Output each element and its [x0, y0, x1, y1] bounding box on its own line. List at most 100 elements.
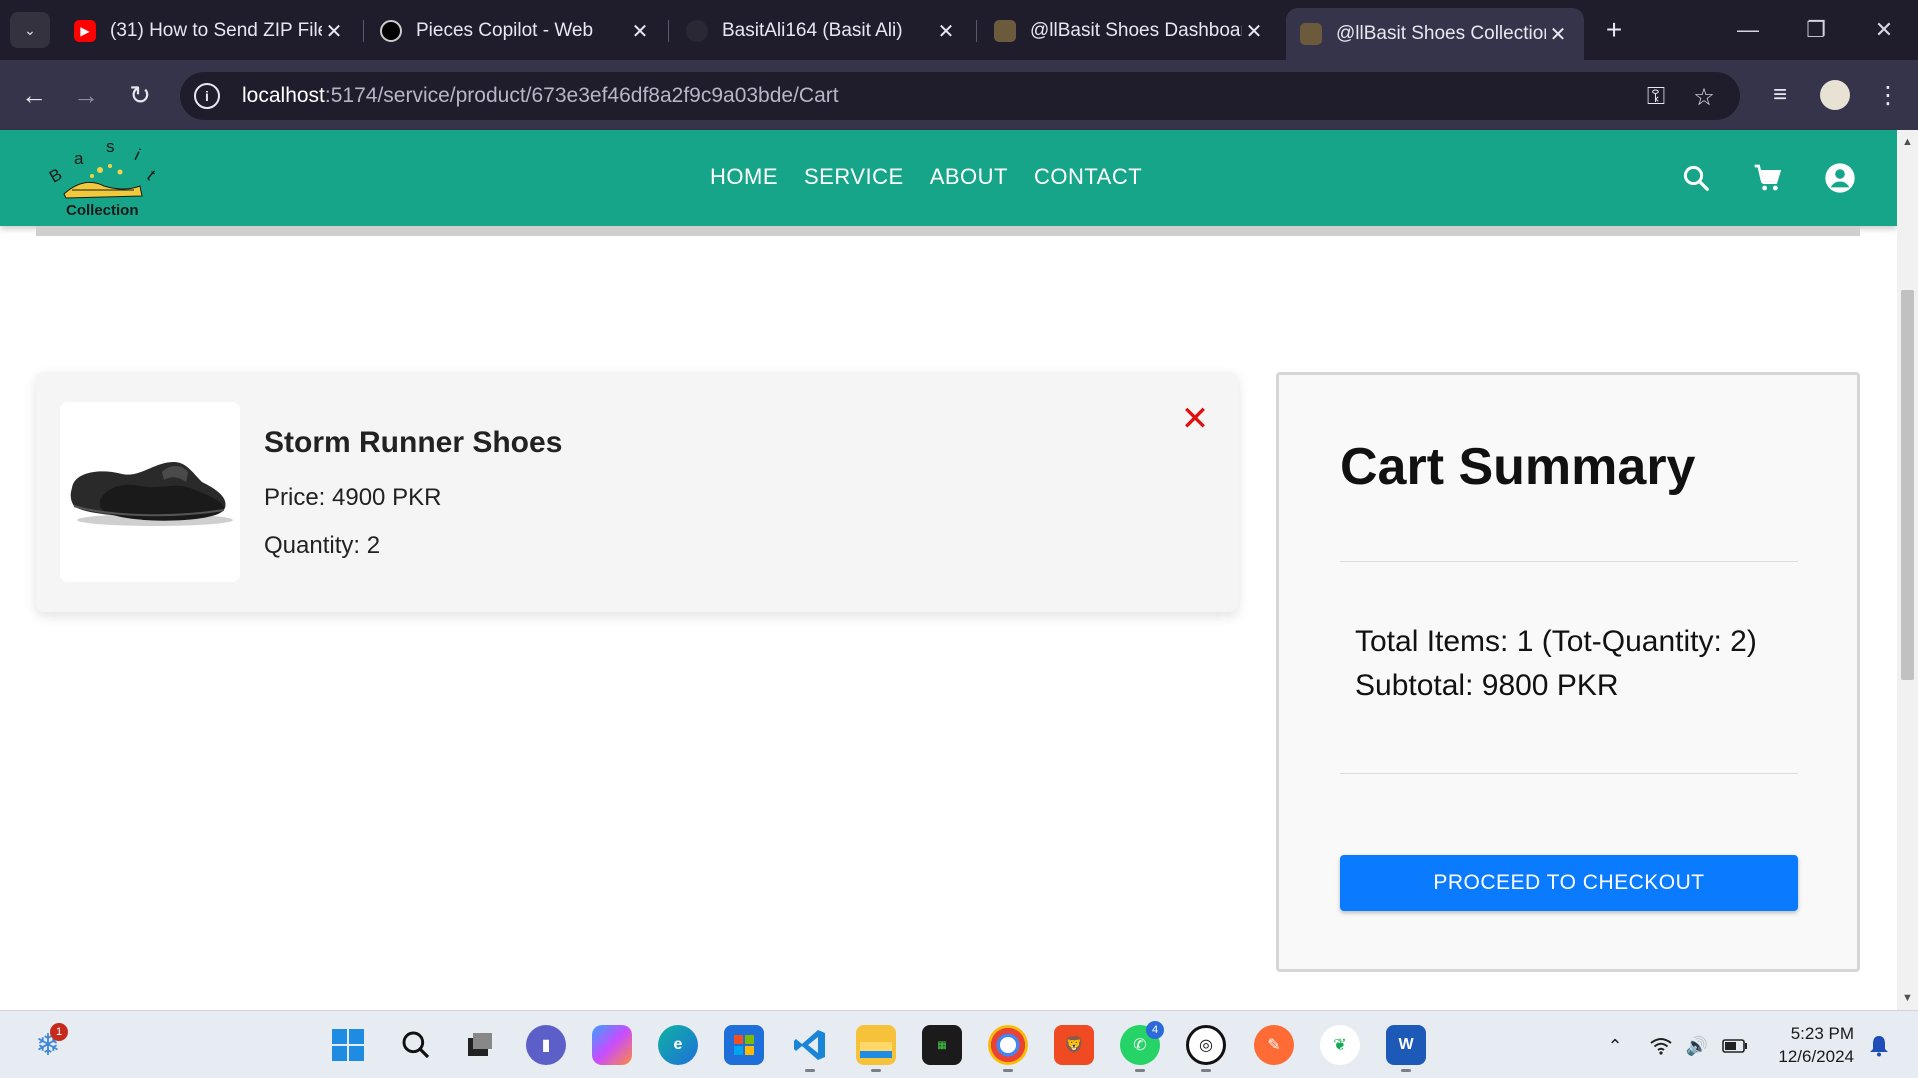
- word-icon[interactable]: W: [1386, 1025, 1426, 1065]
- close-tab-icon[interactable]: ✕: [1242, 19, 1266, 44]
- nav-about[interactable]: ABOUT: [930, 164, 1008, 190]
- nav-contact[interactable]: CONTACT: [1034, 164, 1142, 190]
- product-image: [60, 402, 240, 582]
- tab-separator: [668, 20, 669, 42]
- svg-text:t: t: [143, 166, 159, 184]
- site-info-icon[interactable]: i: [194, 83, 220, 109]
- close-tab-icon[interactable]: ✕: [934, 19, 958, 44]
- file-explorer-icon[interactable]: [856, 1025, 896, 1065]
- running-indicator: [871, 1069, 881, 1072]
- page-scrollbar[interactable]: ▲ ▼: [1897, 130, 1918, 1010]
- running-indicator: [1003, 1069, 1013, 1072]
- wifi-icon[interactable]: [1646, 1031, 1676, 1061]
- summary-divider: [1340, 561, 1798, 562]
- scroll-thumb[interactable]: [1901, 290, 1914, 680]
- password-key-icon[interactable]: ⚿: [1640, 81, 1672, 113]
- url-path: :5174/service/product/673e3ef46df8a2f9c9…: [324, 84, 839, 107]
- close-tab-icon[interactable]: ✕: [628, 19, 652, 44]
- svg-text:i: i: [132, 145, 143, 164]
- tab-dashboard[interactable]: @llBasit Shoes Dashboar ✕: [980, 8, 1280, 54]
- profile-avatar[interactable]: [1820, 80, 1850, 110]
- browser-menu-icon[interactable]: ⋮: [1868, 75, 1908, 115]
- reload-button[interactable]: ↻: [120, 75, 160, 115]
- notification-bell-icon[interactable]: [1864, 1031, 1894, 1061]
- store-icon[interactable]: [724, 1025, 764, 1065]
- address-bar[interactable]: i localhost:5174/service/product/673e3ef…: [180, 72, 1740, 120]
- restore-button[interactable]: ❐: [1786, 8, 1846, 52]
- svg-text:B: B: [46, 165, 65, 187]
- logo-shoe-icon: B a s i t: [46, 137, 159, 199]
- running-indicator: [805, 1069, 815, 1072]
- logo-caption: Collection: [66, 202, 139, 219]
- edge-icon[interactable]: e: [658, 1025, 698, 1065]
- site-icon: [994, 20, 1016, 42]
- cart-item-card: Storm Runner Shoes Price: 4900 PKR Quant…: [36, 372, 1238, 612]
- cart-icon[interactable]: [1746, 156, 1790, 200]
- remove-item-button[interactable]: ✕: [1178, 400, 1212, 438]
- postman-icon[interactable]: ✎: [1254, 1025, 1294, 1065]
- youtube-icon: ▶: [74, 20, 96, 42]
- close-tab-icon[interactable]: ✕: [322, 19, 346, 44]
- nav-service[interactable]: SERVICE: [804, 164, 904, 190]
- summary-divider: [1340, 773, 1798, 774]
- widget-badge: 1: [50, 1023, 68, 1041]
- svg-text:a: a: [74, 149, 84, 168]
- close-window-button[interactable]: ✕: [1854, 8, 1914, 52]
- show-hidden-icons-chevron-icon[interactable]: ⌃: [1600, 1031, 1630, 1061]
- running-indicator: [1135, 1069, 1145, 1072]
- github-icon: [686, 20, 708, 42]
- cart-summary-panel: Cart Summary Total Items: 1 (Tot-Quantit…: [1276, 372, 1860, 972]
- browser-toolbar: ← → ↻ i localhost:5174/service/product/6…: [0, 60, 1918, 130]
- copilot-icon[interactable]: [592, 1025, 632, 1065]
- scroll-up-arrow-icon[interactable]: ▲: [1897, 132, 1918, 152]
- vscode-icon[interactable]: [790, 1025, 830, 1065]
- tab-title: @llBasit Shoes Collection: [1336, 23, 1546, 44]
- product-price: Price: 4900 PKR: [264, 484, 442, 511]
- running-indicator: [1201, 1069, 1211, 1072]
- new-tab-button[interactable]: +: [1596, 12, 1632, 48]
- header-divider: [36, 226, 1860, 236]
- volume-icon[interactable]: 🔊: [1682, 1031, 1712, 1061]
- tab-title: (31) How to Send ZIP File: [110, 20, 322, 41]
- tab-title: @llBasit Shoes Dashboar: [1030, 20, 1242, 41]
- tab-title: BasitAli164 (Basit Ali): [722, 20, 903, 41]
- forward-button[interactable]: →: [66, 75, 106, 115]
- subtotal-text: Subtotal: 9800 PKR: [1355, 669, 1619, 702]
- tab-shoes-collection[interactable]: @llBasit Shoes Collection ✕: [1286, 8, 1584, 60]
- site-logo[interactable]: B a s i t Collection: [44, 136, 164, 222]
- shoe-image: [70, 462, 233, 526]
- search-icon[interactable]: [1674, 156, 1718, 200]
- mongodb-compass-icon[interactable]: ❦: [1320, 1025, 1360, 1065]
- running-indicator: [1401, 1069, 1411, 1072]
- tab-search-button[interactable]: ⌄: [10, 12, 50, 48]
- tab-github[interactable]: BasitAli164 (Basit Ali) ✕: [672, 8, 972, 54]
- tab-separator: [976, 20, 977, 42]
- bookmark-star-icon[interactable]: ☆: [1688, 81, 1720, 113]
- brave-icon[interactable]: 🦁: [1054, 1025, 1094, 1065]
- search-taskbar-icon[interactable]: [396, 1025, 436, 1065]
- terminal-app-icon[interactable]: ▦: [922, 1025, 962, 1065]
- close-tab-icon[interactable]: ✕: [1546, 22, 1570, 47]
- start-menu-icon[interactable]: [328, 1025, 368, 1065]
- tab-separator: [363, 20, 364, 42]
- pieces-app-icon[interactable]: ◎: [1186, 1025, 1226, 1065]
- media-control-icon[interactable]: ≡: [1760, 75, 1800, 115]
- account-icon[interactable]: [1818, 156, 1862, 200]
- proceed-to-checkout-button[interactable]: PROCEED TO CHECKOUT: [1340, 855, 1798, 911]
- site-icon: [1300, 23, 1322, 45]
- tab-pieces[interactable]: Pieces Copilot - Web ✕: [366, 8, 666, 54]
- clock-date: 12/6/2024: [1778, 1047, 1854, 1066]
- nav-home[interactable]: HOME: [710, 164, 778, 190]
- minimize-button[interactable]: —: [1718, 8, 1778, 52]
- chrome-icon[interactable]: [988, 1025, 1028, 1065]
- tab-youtube[interactable]: ▶ (31) How to Send ZIP File ✕: [60, 8, 360, 54]
- back-button[interactable]: ←: [14, 75, 54, 115]
- whatsapp-badge: 4: [1146, 1021, 1164, 1039]
- scroll-down-arrow-icon[interactable]: ▼: [1897, 988, 1918, 1008]
- site-header: B a s i t Collection HOME SERVICE ABOUT …: [0, 130, 1897, 226]
- url-text: localhost:5174/service/product/673e3ef46…: [242, 84, 839, 108]
- system-clock[interactable]: 5:23 PM 12/6/2024: [1770, 1022, 1854, 1068]
- battery-icon[interactable]: [1720, 1031, 1750, 1061]
- teams-chat-icon[interactable]: ▮: [526, 1025, 566, 1065]
- task-view-icon[interactable]: [460, 1025, 500, 1065]
